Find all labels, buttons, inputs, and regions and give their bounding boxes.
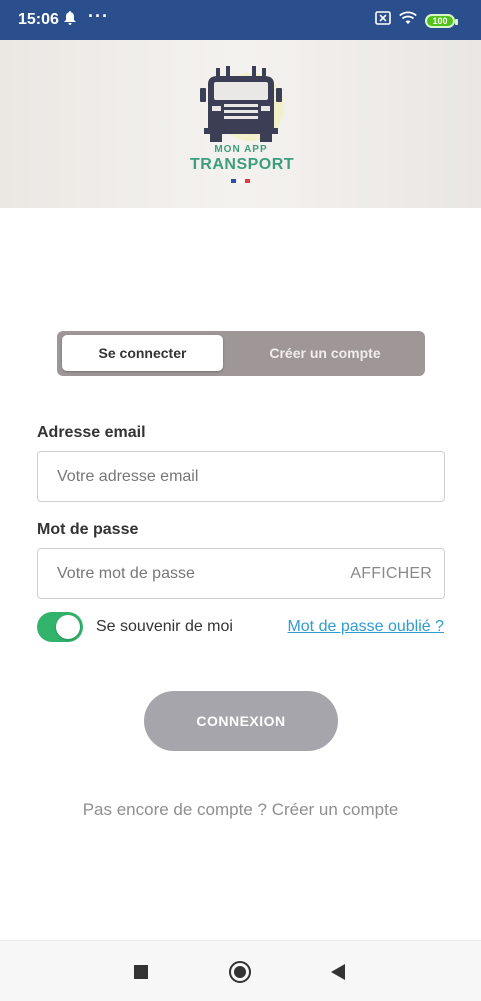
toggle-knob bbox=[56, 615, 80, 639]
header-banner: MON APP TRANSPORT bbox=[0, 40, 481, 208]
logo-text-line2: TRANSPORT bbox=[190, 156, 295, 173]
tab-create-account[interactable]: Créer un compte bbox=[225, 335, 425, 371]
sim-icon bbox=[375, 11, 391, 30]
password-input[interactable] bbox=[38, 549, 357, 598]
recent-apps-icon[interactable] bbox=[134, 965, 148, 979]
status-time: 15:06 bbox=[18, 11, 59, 28]
status-bar: 15:06 ··· 100 bbox=[0, 0, 481, 40]
password-label: Mot de passe bbox=[37, 521, 139, 538]
battery-icon: 100 bbox=[425, 13, 458, 28]
truck-icon bbox=[200, 66, 284, 142]
navigation-bar bbox=[0, 940, 481, 1001]
home-icon[interactable] bbox=[229, 961, 251, 983]
remember-me-toggle[interactable] bbox=[37, 612, 83, 642]
show-password-button[interactable]: AFFICHER bbox=[350, 565, 432, 583]
email-label: Adresse email bbox=[37, 424, 146, 441]
bell-icon bbox=[64, 11, 76, 30]
tab-login[interactable]: Se connecter bbox=[62, 335, 223, 371]
logo-text-line1: MON APP bbox=[214, 144, 268, 155]
signup-prompt-link[interactable]: Pas encore de compte ? Créer un compte bbox=[0, 800, 481, 820]
back-icon[interactable] bbox=[331, 964, 345, 980]
app-logo: MON APP TRANSPORT bbox=[190, 62, 295, 194]
remember-me-label: Se souvenir de moi bbox=[96, 618, 233, 635]
wifi-icon bbox=[399, 11, 417, 30]
french-flag-icon bbox=[231, 179, 251, 183]
login-button[interactable]: CONNEXION bbox=[144, 691, 338, 751]
forgot-password-link[interactable]: Mot de passe oublié ? bbox=[287, 618, 444, 636]
email-field-container bbox=[37, 451, 445, 502]
more-dots-icon: ··· bbox=[88, 6, 109, 26]
email-input[interactable] bbox=[38, 452, 357, 501]
status-icons: 100 bbox=[375, 11, 458, 30]
auth-tabs: Se connecter Créer un compte bbox=[57, 331, 425, 376]
password-field-container: AFFICHER bbox=[37, 548, 445, 599]
